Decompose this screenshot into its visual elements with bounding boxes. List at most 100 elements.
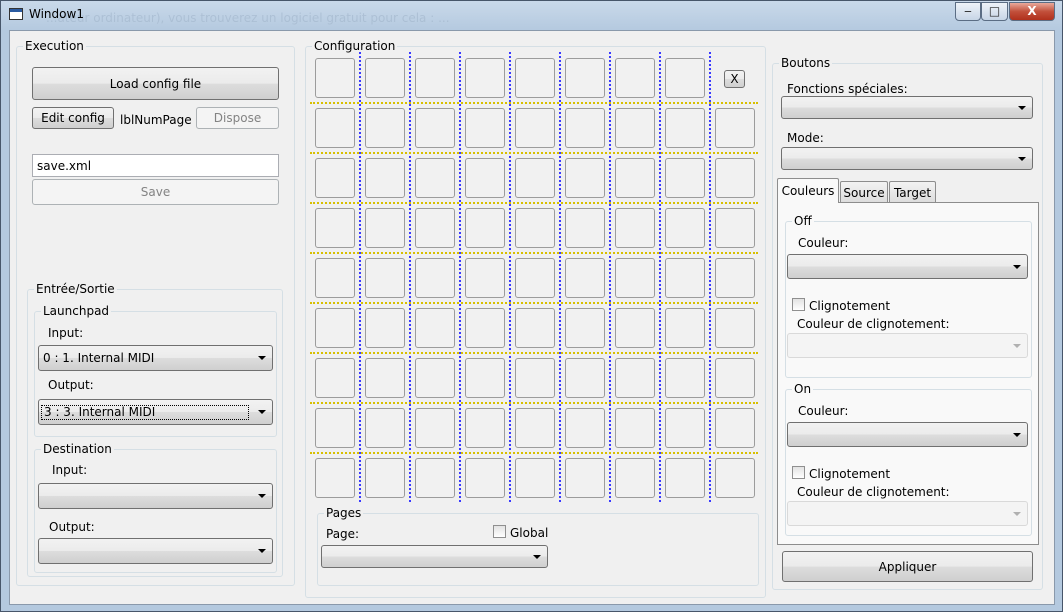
global-checkbox[interactable] [493, 525, 506, 538]
pad-button[interactable] [465, 158, 505, 198]
pad-button[interactable] [615, 408, 655, 448]
pad-button[interactable] [715, 408, 755, 448]
on-couleur-select[interactable] [787, 422, 1028, 447]
pad-button[interactable] [565, 358, 605, 398]
tab-couleurs[interactable]: Couleurs [777, 178, 839, 203]
maximize-button[interactable]: □ [981, 2, 1008, 21]
pad-button[interactable] [465, 458, 505, 498]
minimize-button[interactable]: ‒ [955, 2, 981, 21]
edit-config-button[interactable]: Edit config [32, 107, 114, 129]
pad-button[interactable] [565, 258, 605, 298]
pad-button[interactable] [715, 208, 755, 248]
pad-button[interactable] [365, 258, 405, 298]
pad-button[interactable] [715, 108, 755, 148]
launchpad-output-select[interactable]: 3 : 3. Internal MIDI [38, 399, 273, 425]
pad-button[interactable] [515, 358, 555, 398]
launchpad-input-select[interactable]: 0 : 1. Internal MIDI [38, 345, 273, 371]
pad-button[interactable] [365, 458, 405, 498]
pad-button[interactable] [515, 458, 555, 498]
pad-button[interactable] [665, 408, 705, 448]
tab-target[interactable]: Target [889, 181, 936, 203]
pad-button[interactable] [315, 158, 355, 198]
destination-input-select[interactable] [38, 483, 273, 509]
pad-button[interactable] [315, 58, 355, 98]
pad-button[interactable] [365, 358, 405, 398]
off-couleur-select[interactable] [787, 254, 1028, 279]
pad-button[interactable] [565, 308, 605, 348]
pad-button[interactable] [515, 58, 555, 98]
load-config-button[interactable]: Load config file [32, 67, 279, 100]
close-window-button[interactable]: X [1009, 2, 1055, 21]
pad-button[interactable] [715, 308, 755, 348]
pad-button[interactable] [665, 458, 705, 498]
pad-button[interactable] [565, 158, 605, 198]
pad-button[interactable] [615, 58, 655, 98]
pad-button[interactable] [665, 358, 705, 398]
pad-button[interactable] [615, 458, 655, 498]
pad-button[interactable] [465, 308, 505, 348]
pad-button[interactable] [715, 258, 755, 298]
pad-button[interactable] [315, 408, 355, 448]
pad-button[interactable] [615, 358, 655, 398]
pad-button[interactable] [565, 208, 605, 248]
pad-button[interactable] [665, 108, 705, 148]
save-filename-input[interactable]: save.xml [32, 154, 279, 177]
pad-button[interactable] [315, 208, 355, 248]
pad-button[interactable] [715, 358, 755, 398]
pad-button[interactable] [565, 58, 605, 98]
pad-button[interactable] [465, 358, 505, 398]
pad-button[interactable] [415, 158, 455, 198]
pad-button[interactable] [665, 158, 705, 198]
grid-close-button[interactable]: X [724, 70, 745, 88]
pad-button[interactable] [615, 158, 655, 198]
title-bar[interactable]: ...ateur ordinateur), vous trouverez un … [1, 1, 1062, 29]
off-couleur-clig-select[interactable] [787, 333, 1028, 358]
pad-button[interactable] [665, 308, 705, 348]
pad-button[interactable] [615, 258, 655, 298]
dispose-button[interactable]: Dispose [196, 107, 279, 129]
pad-button[interactable] [515, 258, 555, 298]
pad-button[interactable] [565, 458, 605, 498]
tab-source[interactable]: Source [840, 181, 888, 203]
pad-button[interactable] [415, 458, 455, 498]
pad-button[interactable] [515, 158, 555, 198]
pad-button[interactable] [415, 358, 455, 398]
pad-button[interactable] [415, 208, 455, 248]
save-button[interactable]: Save [32, 179, 279, 205]
pad-button[interactable] [415, 58, 455, 98]
pad-button[interactable] [365, 58, 405, 98]
pad-button[interactable] [665, 58, 705, 98]
pad-button[interactable] [565, 108, 605, 148]
pad-button[interactable] [565, 408, 605, 448]
pad-button[interactable] [515, 208, 555, 248]
pad-button[interactable] [415, 308, 455, 348]
pad-button[interactable] [365, 108, 405, 148]
on-couleur-clig-select[interactable] [787, 501, 1028, 526]
pad-button[interactable] [715, 458, 755, 498]
pad-button[interactable] [415, 258, 455, 298]
pad-button[interactable] [515, 308, 555, 348]
pad-button[interactable] [465, 408, 505, 448]
appliquer-button[interactable]: Appliquer [782, 551, 1033, 582]
pad-button[interactable] [615, 208, 655, 248]
pad-button[interactable] [665, 208, 705, 248]
pad-button[interactable] [415, 108, 455, 148]
pad-button[interactable] [365, 208, 405, 248]
pad-button[interactable] [315, 108, 355, 148]
on-clignotement-checkbox[interactable] [792, 466, 805, 479]
off-clignotement-checkbox[interactable] [792, 298, 805, 311]
pad-button[interactable] [365, 158, 405, 198]
pad-button[interactable] [415, 408, 455, 448]
pad-button[interactable] [665, 258, 705, 298]
fonctions-select[interactable] [781, 96, 1033, 119]
pad-button[interactable] [515, 408, 555, 448]
pad-button[interactable] [465, 58, 505, 98]
pad-button[interactable] [315, 358, 355, 398]
pad-button[interactable] [515, 108, 555, 148]
pad-button[interactable] [315, 258, 355, 298]
destination-output-select[interactable] [38, 538, 273, 564]
pad-button[interactable] [365, 408, 405, 448]
mode-select[interactable] [781, 147, 1033, 170]
pad-button[interactable] [615, 108, 655, 148]
pad-button[interactable] [615, 308, 655, 348]
